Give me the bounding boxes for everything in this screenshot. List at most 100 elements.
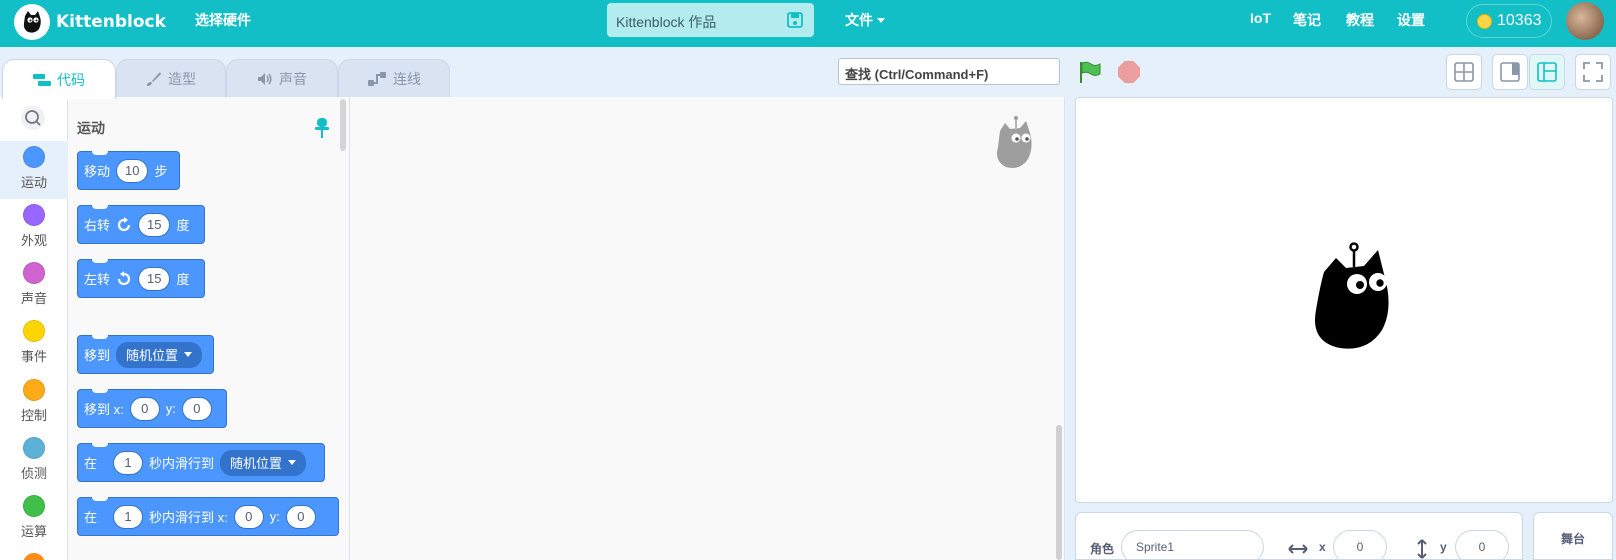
- dropdown-label: 随机位置: [230, 456, 283, 471]
- move-steps-block[interactable]: 移动 10 步: [77, 151, 180, 190]
- block-text: 右转: [84, 218, 111, 233]
- tutorial-link[interactable]: 教程: [1346, 10, 1374, 30]
- select-hardware-button[interactable]: 选择硬件: [195, 10, 251, 30]
- block-text: 度: [176, 272, 190, 287]
- layout-grid-button[interactable]: [1446, 54, 1482, 90]
- x-input[interactable]: 0: [129, 396, 160, 421]
- caret-down-icon: [877, 17, 885, 23]
- category-dot: [23, 379, 45, 401]
- glide-to-xy-block[interactable]: 在 1 秒内滑行到 x: 0 y: 0: [77, 497, 339, 536]
- project-name-field[interactable]: Kittenblock 作品: [607, 3, 814, 37]
- coin-count: 10363: [1497, 12, 1542, 29]
- vertical-arrows-icon: [1417, 539, 1427, 559]
- app-logo[interactable]: Kittenblock: [14, 4, 166, 40]
- block-search-input[interactable]: 查找 (Ctrl/Command+F): [838, 58, 1060, 85]
- coin-icon: [1477, 13, 1492, 29]
- block-text: 在: [84, 510, 98, 525]
- tab-code[interactable]: 代码: [2, 59, 116, 99]
- go-to-xy-block[interactable]: 移到 x: 0 y: 0: [77, 389, 227, 428]
- block-palette: 运动 移动 10 步 右转 15 度 左转 15 度 移到 随机位置 移到 x:…: [68, 97, 350, 560]
- category-label: 控制: [20, 408, 47, 423]
- caret-down-icon: [288, 460, 297, 465]
- notes-link[interactable]: 笔记: [1293, 10, 1321, 30]
- category-events[interactable]: 事件: [0, 315, 68, 373]
- block-text: 移动: [84, 164, 111, 179]
- y-position-input[interactable]: 0: [1455, 530, 1509, 560]
- tab-sounds[interactable]: 声音: [226, 59, 338, 97]
- sprite-info-panel: 角色 Sprite1 x 0 y 0: [1075, 512, 1523, 560]
- seconds-input[interactable]: 1: [113, 450, 144, 475]
- x-position-input[interactable]: 0: [1333, 530, 1387, 560]
- palette-title: 运动: [77, 120, 105, 136]
- category-dot: [23, 204, 45, 226]
- seconds-input[interactable]: 1: [113, 504, 144, 529]
- tab-label: 代码: [57, 71, 85, 88]
- tab-costumes[interactable]: 造型: [116, 59, 226, 97]
- category-looks[interactable]: 外观: [0, 199, 68, 257]
- category-label: 外观: [20, 233, 47, 248]
- x-label: x: [1319, 540, 1326, 554]
- stage-selector[interactable]: 舞台: [1533, 512, 1613, 560]
- save-icon[interactable]: [786, 11, 804, 32]
- dropdown-label: 随机位置: [126, 348, 179, 363]
- code-workspace[interactable]: [350, 97, 1065, 560]
- glide-to-block[interactable]: 在 1 秒内滑行到 随机位置: [77, 443, 325, 482]
- category-label: 事件: [20, 349, 47, 364]
- degrees-input[interactable]: 15: [138, 212, 171, 237]
- fullscreen-button[interactable]: [1575, 54, 1611, 90]
- search-icon[interactable]: [20, 105, 46, 134]
- category-operators[interactable]: 运算: [0, 490, 68, 548]
- horizontal-arrows-icon: [1288, 544, 1308, 554]
- sprite-label: 角色: [1090, 542, 1115, 556]
- category-control[interactable]: 控制: [0, 374, 68, 432]
- turn-left-block[interactable]: 左转 15 度: [77, 259, 205, 298]
- category-dot: [23, 437, 45, 459]
- turn-right-block[interactable]: 右转 15 度: [77, 205, 205, 244]
- category-menu: 运动 外观 声音 事件 控制 侦测 运算: [0, 97, 68, 560]
- connect-icon: [368, 71, 386, 86]
- workspace-scrollbar[interactable]: [1056, 425, 1062, 560]
- category-motion[interactable]: 运动: [0, 141, 68, 199]
- grid-icon: [1454, 62, 1474, 82]
- settings-link[interactable]: 设置: [1397, 10, 1425, 30]
- block-text: 左转: [84, 272, 111, 287]
- speaker-icon: [258, 72, 272, 85]
- file-menu[interactable]: 文件: [845, 10, 885, 30]
- kitten-sprite-icon[interactable]: [1302, 238, 1398, 357]
- brush-icon: [147, 71, 161, 86]
- category-sensing[interactable]: 侦测: [0, 432, 68, 490]
- y-input[interactable]: 0: [285, 504, 316, 529]
- block-text: 在: [84, 456, 98, 471]
- file-menu-label: 文件: [845, 12, 873, 28]
- block-text: 移到 x:: [84, 402, 124, 417]
- code-icon: [33, 73, 51, 86]
- target-dropdown[interactable]: 随机位置: [220, 449, 307, 476]
- target-dropdown[interactable]: 随机位置: [116, 341, 203, 368]
- palette-scrollbar[interactable]: [340, 99, 346, 151]
- small-stage-button[interactable]: [1492, 54, 1528, 90]
- coin-balance[interactable]: 10363: [1466, 4, 1552, 38]
- x-input[interactable]: 0: [233, 504, 264, 529]
- degrees-input[interactable]: 15: [138, 266, 171, 291]
- y-input[interactable]: 0: [181, 396, 212, 421]
- tab-label: 声音: [279, 70, 307, 87]
- green-flag-button[interactable]: [1078, 60, 1102, 87]
- go-to-block[interactable]: 移到 随机位置: [77, 335, 214, 374]
- block-text: 秒内滑行到 x:: [149, 510, 228, 525]
- category-dot: [23, 495, 45, 517]
- category-dot: [23, 262, 45, 284]
- large-stage-button[interactable]: [1529, 54, 1565, 90]
- tab-connect[interactable]: 连线: [338, 59, 450, 97]
- stop-button[interactable]: [1118, 61, 1140, 83]
- iot-link[interactable]: IoT: [1250, 10, 1271, 26]
- avatar[interactable]: [1566, 2, 1604, 40]
- pin-icon[interactable]: [314, 117, 330, 142]
- steps-input[interactable]: 10: [116, 158, 149, 183]
- category-sound[interactable]: 声音: [0, 257, 68, 315]
- menu-bar: Kittenblock 选择硬件 Kittenblock 作品 文件 IoT 笔…: [0, 0, 1616, 47]
- green-flag-icon: [1080, 61, 1101, 83]
- kitten-logo-icon: [14, 4, 50, 40]
- stage-canvas[interactable]: [1075, 97, 1613, 503]
- large-stage-icon: [1537, 62, 1557, 82]
- sprite-name-input[interactable]: Sprite1: [1121, 530, 1264, 560]
